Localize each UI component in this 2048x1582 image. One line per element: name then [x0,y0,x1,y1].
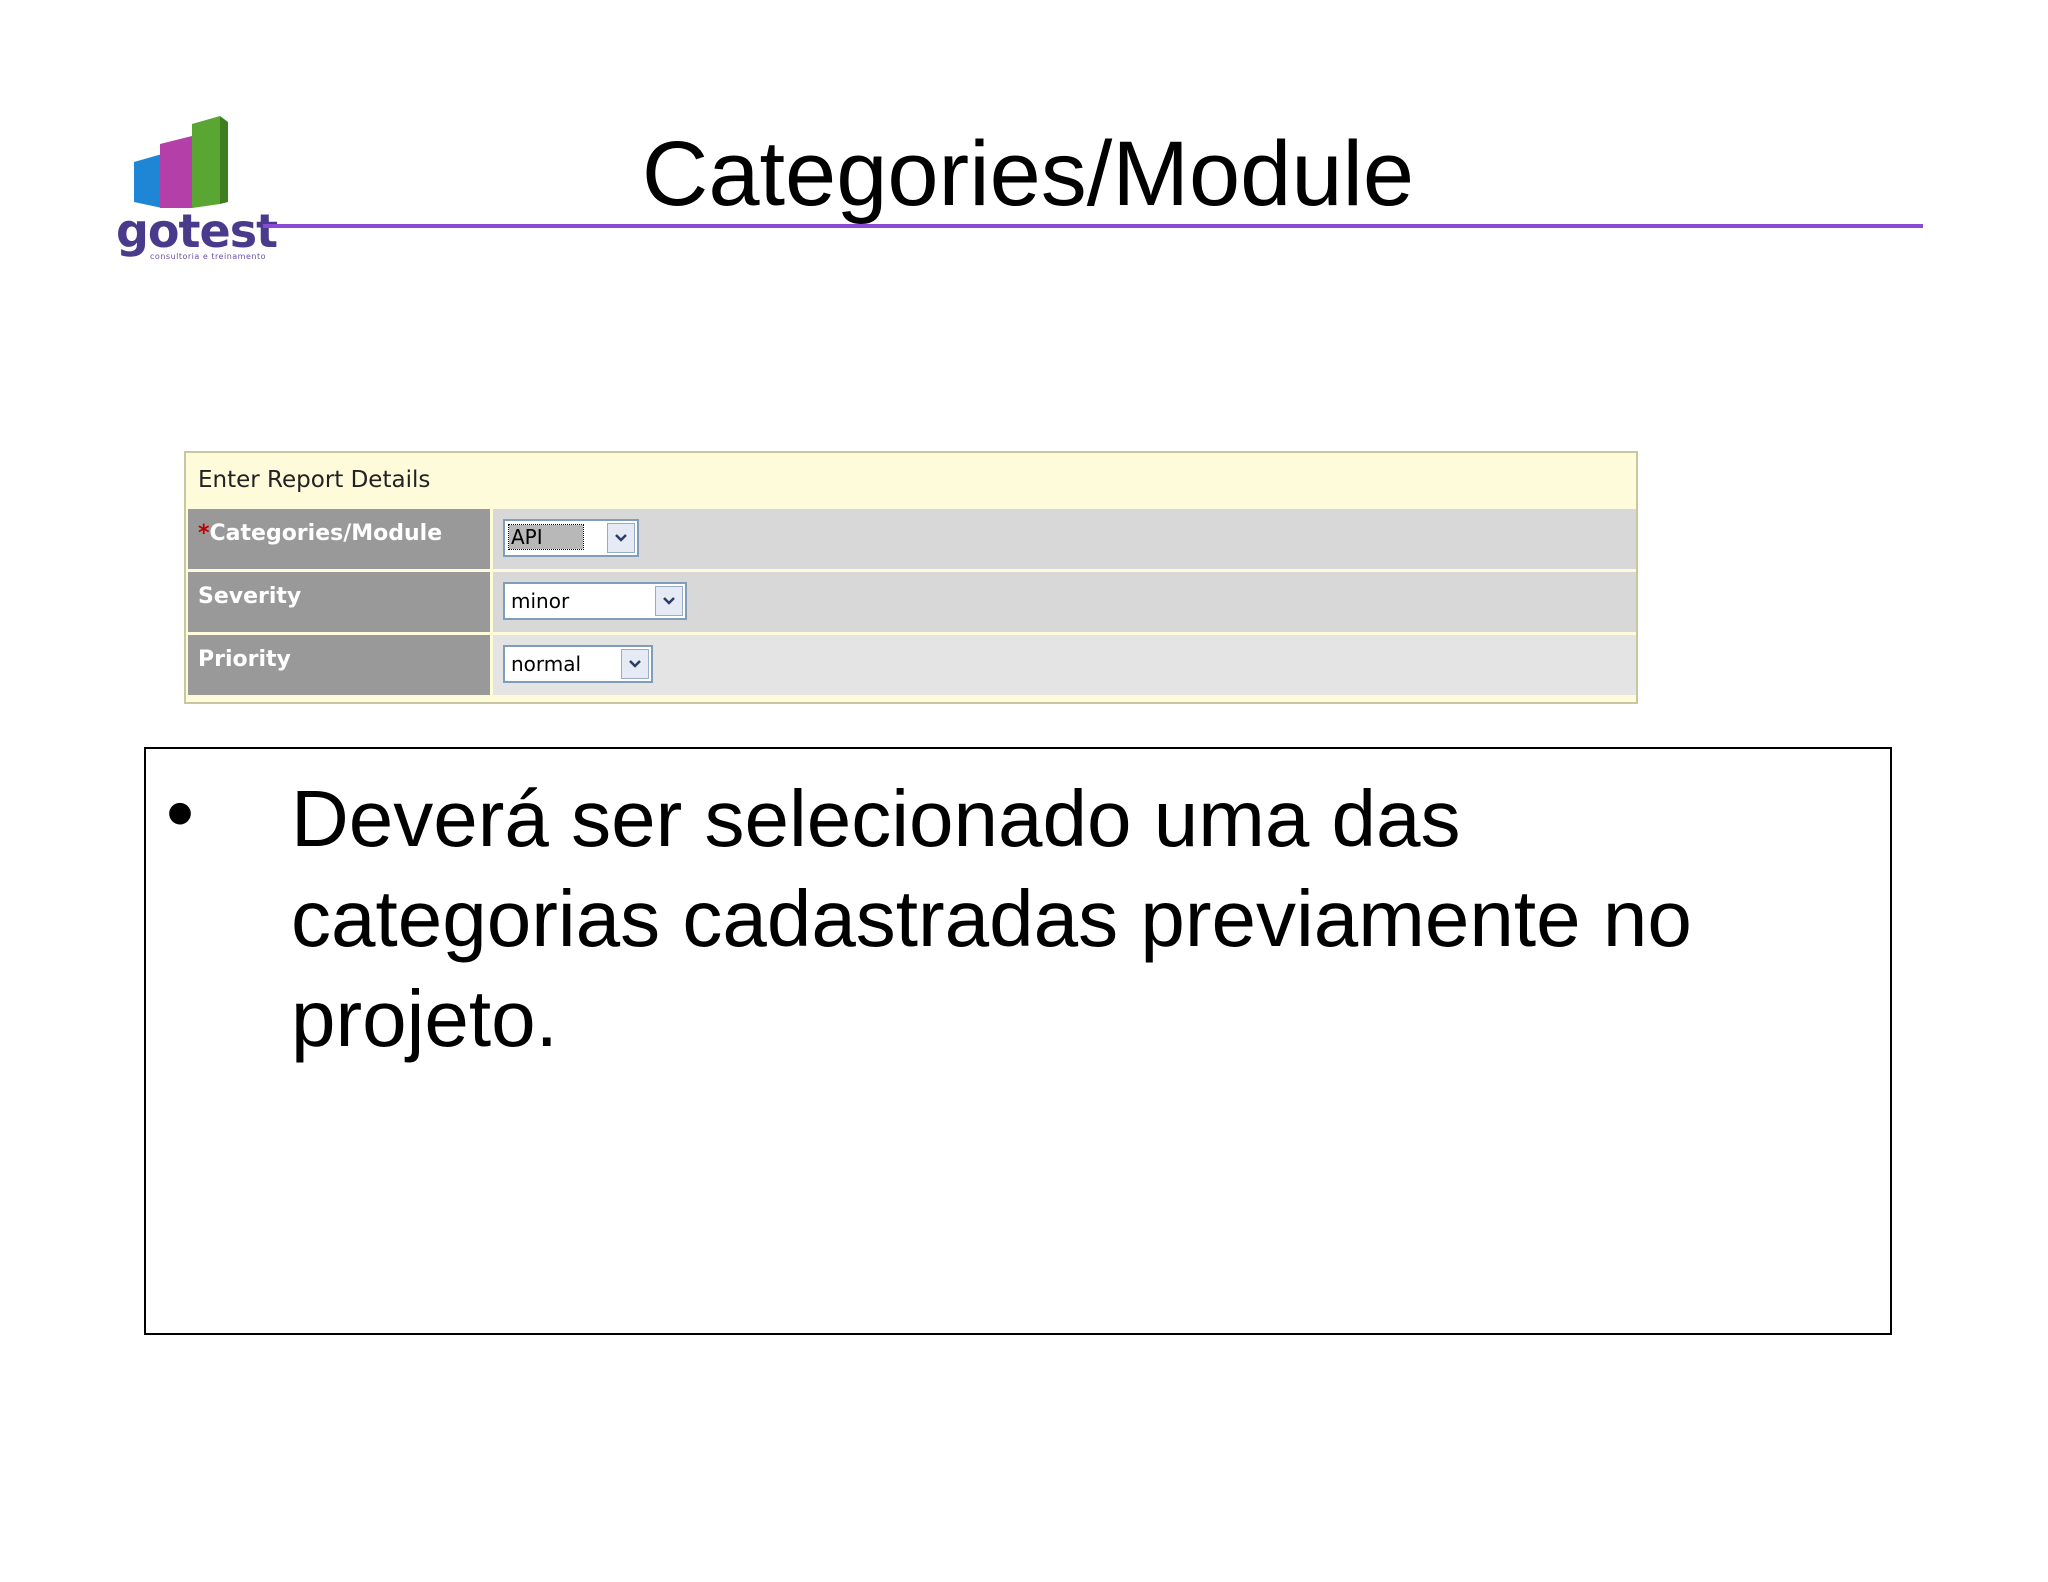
required-marker: * [198,521,210,546]
field-value-cell: normal [493,635,1636,695]
logo-wordmark: gotest [116,204,278,258]
categories-select[interactable]: API [503,519,639,557]
form-heading: Enter Report Details [198,467,431,493]
priority-select[interactable]: normal [503,645,653,683]
field-label-text: Priority [198,647,291,672]
field-label-text: Severity [198,584,302,609]
form-row-priority: Priority normal [188,635,1636,695]
bullet-text: Deverá ser selecionado uma das categoria… [291,774,1692,1063]
bar-chart-logo-icon [134,116,228,208]
logo-tagline: consultoria e treinamento [150,252,266,261]
severity-select[interactable]: minor [503,582,687,620]
select-value: API [508,524,584,550]
select-value: minor [511,589,570,613]
dropdown-button[interactable] [607,523,635,553]
field-label: Severity [188,572,490,632]
dropdown-button[interactable] [655,586,683,616]
chevron-down-icon [629,660,641,668]
field-label: *Categories/Module [188,509,490,569]
form-row-categories: *Categories/Module API [188,509,1636,569]
field-value-cell: minor [493,572,1636,632]
chevron-down-icon [615,534,627,542]
field-label: Priority [188,635,490,695]
slide-title: Categories/Module [641,123,1415,225]
select-value: normal [511,652,582,676]
content-textbox: • Deverá ser selecionado uma das categor… [144,747,1892,1335]
bullet-marker: • [166,768,195,857]
report-details-form: Enter Report Details *Categories/Module … [184,451,1638,704]
field-value-cell: API [493,509,1636,569]
field-label-text: Categories/Module [209,521,443,546]
form-row-severity: Severity minor [188,572,1636,632]
title-divider [263,224,1923,228]
dropdown-button[interactable] [621,649,649,679]
chevron-down-icon [663,597,675,605]
gotest-logo: gotest consultoria e treinamento [116,116,278,266]
